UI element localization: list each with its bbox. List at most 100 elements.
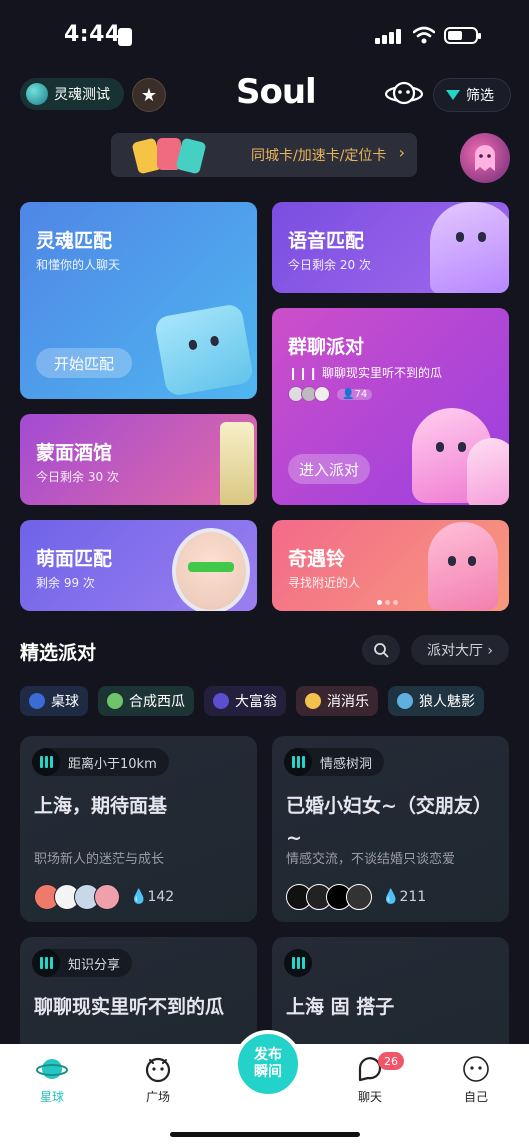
audio-bars-icon <box>32 748 60 776</box>
group-party-subtitle: ❙❙❙ 聊聊现实里听不到的瓜 <box>288 364 442 381</box>
app-logo: Soul <box>236 72 317 112</box>
party-tag-text: 情感树洞 <box>320 756 373 772</box>
group-party-subtitle-text: 聊聊现实里听不到的瓜 <box>321 366 442 380</box>
group-party-title: 群聊派对 <box>288 336 365 358</box>
soul-test-label: 灵魂测试 <box>54 87 110 103</box>
party-card[interactable]: 上海 固 搭子 <box>272 937 509 1057</box>
chip-label: 合成西瓜 <box>129 694 185 710</box>
party-card[interactable]: 情感树洞 已婚小妇女~（交朋友）~ 情感交流，不谈结婚只谈恋爱 💧211 <box>272 736 509 922</box>
participant-avatars: 👤74 <box>288 386 373 402</box>
filter-icon <box>446 90 460 100</box>
masked-bar-card[interactable]: 蒙面酒馆 今日剩余 30 次 <box>20 414 257 505</box>
encounter-bell-subtitle: 寻找附近的人 <box>288 576 361 590</box>
billiards-icon <box>29 693 45 709</box>
party-members: 💧142 <box>34 884 174 910</box>
ghost-mascot-button[interactable] <box>460 133 510 183</box>
battery-icon <box>444 27 481 44</box>
square-icon <box>145 1057 171 1083</box>
voice-match-card[interactable]: 语音匹配 今日剩余 20 次 <box>272 202 509 293</box>
soul-test-button[interactable]: 灵魂测试 <box>20 78 124 110</box>
encounter-bell-card[interactable]: 奇遇铃 寻找附近的人 <box>272 520 509 611</box>
chip-billiards[interactable]: 桌球 <box>20 686 88 716</box>
bell-mascot-icon <box>428 522 498 610</box>
status-time: 4:44 <box>64 22 121 47</box>
avatar <box>314 386 330 402</box>
party-mascot-small-icon <box>467 438 509 505</box>
party-tag-text: 距离小于10km <box>68 756 157 772</box>
planet-icon[interactable] <box>384 76 424 112</box>
party-card[interactable]: 距离小于10km 上海，期待面基 职场新人的迷茫与成长 💧142 <box>20 736 257 922</box>
avatar[interactable]: ★ <box>132 78 166 112</box>
audio-bars-icon <box>284 949 312 977</box>
chip-label: 桌球 <box>51 694 79 710</box>
member-count-value: 211 <box>399 889 427 905</box>
member-count: 💧211 <box>382 889 427 905</box>
card-banner[interactable]: 同城卡/加速卡/定位卡 › <box>111 133 417 177</box>
masked-bar-title: 蒙面酒馆 <box>36 442 113 464</box>
nav-label: 广场 <box>145 1090 170 1104</box>
ticket-mascot-icon <box>153 302 255 398</box>
filter-button[interactable]: 筛选 <box>433 78 511 112</box>
enter-party-button[interactable]: 进入派对 <box>288 454 370 484</box>
banner-text: 同城卡/加速卡/定位卡 <box>251 148 387 164</box>
chip-monopoly[interactable]: 大富翁 <box>204 686 286 716</box>
voice-match-title: 语音匹配 <box>288 230 365 252</box>
filter-label: 筛选 <box>466 88 494 104</box>
start-match-button[interactable]: 开始匹配 <box>36 348 132 378</box>
voice-mascot-icon <box>430 202 509 293</box>
soul-match-title: 灵魂匹配 <box>36 230 113 252</box>
nav-me[interactable]: 自己 <box>446 1054 506 1105</box>
cute-match-card[interactable]: 萌面匹配 剩余 99 次 <box>20 520 257 611</box>
party-tag: 知识分享 <box>32 949 133 977</box>
voice-match-subtitle: 今日剩余 20 次 <box>288 258 371 272</box>
carousel-dots <box>377 600 398 605</box>
soul-match-subtitle: 和懂你的人聊天 <box>36 258 121 272</box>
search-icon <box>374 643 389 658</box>
nav-label: 星球 <box>39 1090 64 1104</box>
party-desc: 情感交流，不谈结婚只谈恋爱 <box>286 852 456 867</box>
id-card-icon <box>118 28 132 46</box>
party-tag: 距离小于10km <box>32 748 169 776</box>
status-bar: 4:44 <box>0 0 529 70</box>
party-hall-button[interactable]: 派对大厅 › <box>411 635 509 665</box>
cards-icon <box>129 137 209 175</box>
party-tag-text: 知识分享 <box>68 957 121 973</box>
avatar-face-icon <box>172 528 250 611</box>
party-card[interactable]: 知识分享 聊聊现实里听不到的瓜 <box>20 937 257 1057</box>
publish-button[interactable]: 发布 瞬间 <box>234 1030 302 1098</box>
nav-label: 聊天 <box>357 1090 382 1104</box>
party-desc: 职场新人的迷茫与成长 <box>34 852 165 867</box>
search-button[interactable] <box>362 635 400 665</box>
participant-count: 👤74 <box>337 388 373 400</box>
avatar <box>94 884 120 910</box>
chip-match3[interactable]: 消消乐 <box>296 686 378 716</box>
watermelon-icon <box>107 693 123 709</box>
chip-watermelon[interactable]: 合成西瓜 <box>98 686 194 716</box>
chip-werewolf[interactable]: 狼人魅影 <box>388 686 484 716</box>
nav-label: 自己 <box>463 1090 488 1104</box>
nav-planet[interactable]: 星球 <box>22 1054 82 1105</box>
globe-icon <box>26 83 48 105</box>
nav-square[interactable]: 广场 <box>128 1054 188 1105</box>
participant-count-value: 74 <box>354 388 368 400</box>
soul-match-card[interactable]: 灵魂匹配 和懂你的人聊天 开始匹配 <box>20 202 257 399</box>
party-members: 💧211 <box>286 884 426 910</box>
top-hat-icon <box>213 693 229 709</box>
masked-bar-subtitle: 今日剩余 30 次 <box>36 470 119 484</box>
encounter-bell-title: 奇遇铃 <box>288 548 346 570</box>
party-title: 上海 固 搭子 <box>286 996 395 1018</box>
chat-unread-badge: 26 <box>378 1052 404 1070</box>
section-title: 精选派对 <box>20 642 97 664</box>
chip-label: 狼人魅影 <box>419 694 475 710</box>
avatar <box>346 884 372 910</box>
party-tag: 情感树洞 <box>284 748 385 776</box>
chip-label: 消消乐 <box>327 694 369 710</box>
planet-icon <box>36 1059 68 1079</box>
wifi-icon <box>413 26 435 44</box>
member-count-value: 142 <box>147 889 175 905</box>
ghost-icon <box>475 145 495 171</box>
publish-label: 发布 瞬间 <box>254 1047 282 1080</box>
group-party-card[interactable]: 群聊派对 ❙❙❙ 聊聊现实里听不到的瓜 👤74 进入派对 <box>272 308 509 505</box>
party-title: 已婚小妇女~（交朋友）~ <box>286 795 492 849</box>
smiley-icon <box>305 693 321 709</box>
